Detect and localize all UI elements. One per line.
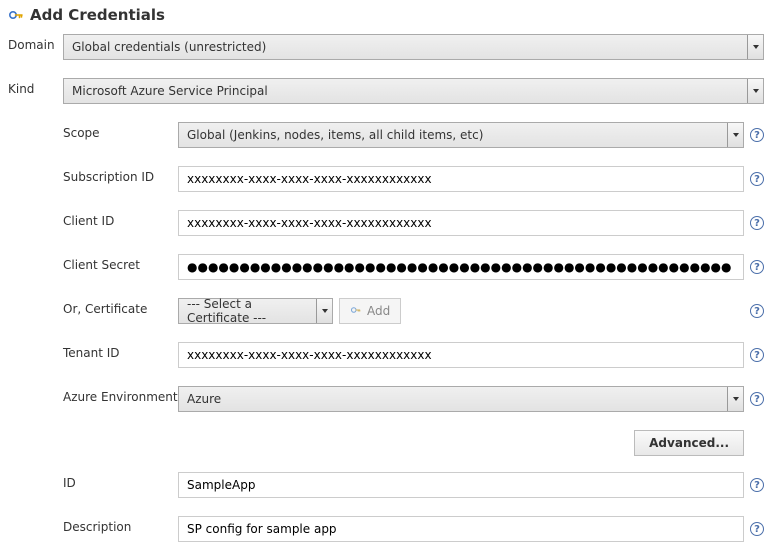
id-input[interactable] [178,472,744,498]
azure-env-select[interactable]: Azure [178,386,744,412]
description-label: Description [63,516,178,534]
subscription-id-input[interactable] [178,166,744,192]
advanced-button[interactable]: Advanced... [634,430,744,456]
page-title: Add Credentials [8,6,764,24]
help-icon[interactable]: ? [750,478,764,492]
tenant-id-label: Tenant ID [63,342,178,360]
description-input[interactable] [178,516,744,542]
help-icon[interactable]: ? [750,522,764,536]
help-icon[interactable]: ? [750,304,764,318]
help-icon[interactable]: ? [750,392,764,406]
client-id-label: Client ID [63,210,178,228]
client-id-input[interactable] [178,210,744,236]
scope-select-value: Global (Jenkins, nodes, items, all child… [179,128,727,142]
chevron-down-icon [727,387,743,411]
id-label: ID [63,472,178,490]
domain-select[interactable]: Global credentials (unrestricted) [63,34,764,60]
add-certificate-button[interactable]: Add [339,298,401,324]
help-icon[interactable]: ? [750,348,764,362]
key-icon [8,7,24,23]
add-certificate-label: Add [367,304,390,318]
chevron-down-icon [747,35,763,59]
chevron-down-icon [727,123,743,147]
tenant-id-input[interactable] [178,342,744,368]
domain-select-value: Global credentials (unrestricted) [64,40,747,54]
certificate-select[interactable]: --- Select a Certificate --- [178,298,333,324]
certificate-label: Or, Certificate [63,298,178,316]
certificate-select-value: --- Select a Certificate --- [179,297,316,325]
key-icon [350,304,362,319]
kind-label: Kind [8,78,63,96]
scope-label: Scope [63,122,178,140]
chevron-down-icon [747,79,763,103]
scope-select[interactable]: Global (Jenkins, nodes, items, all child… [178,122,744,148]
page-title-text: Add Credentials [30,6,165,24]
help-icon[interactable]: ? [750,260,764,274]
client-secret-input[interactable] [178,254,744,280]
chevron-down-icon [316,299,332,323]
help-icon[interactable]: ? [750,172,764,186]
subscription-id-label: Subscription ID [63,166,178,184]
help-icon[interactable]: ? [750,216,764,230]
help-icon[interactable]: ? [750,128,764,142]
azure-env-label: Azure Environment [63,386,178,404]
client-secret-label: Client Secret [63,254,178,272]
azure-env-select-value: Azure [179,392,727,406]
domain-label: Domain [8,34,63,52]
kind-select[interactable]: Microsoft Azure Service Principal [63,78,764,104]
kind-select-value: Microsoft Azure Service Principal [64,84,747,98]
